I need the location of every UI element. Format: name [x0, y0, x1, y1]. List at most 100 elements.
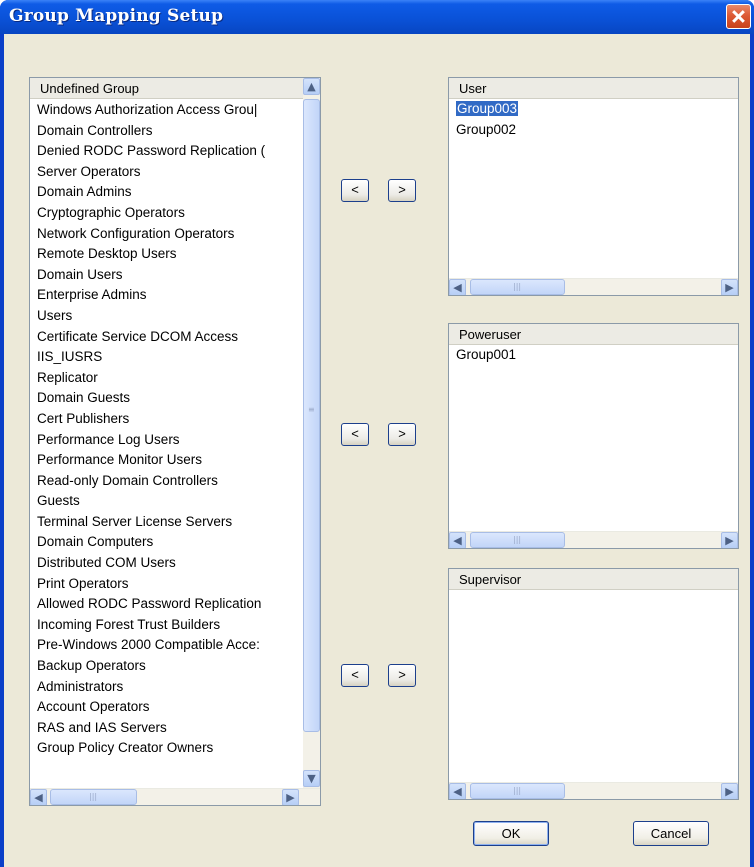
list-item-label: Enterprise Admins: [37, 287, 147, 303]
list-item[interactable]: Domain Admins: [30, 182, 300, 203]
list-item-label: Terminal Server License Servers: [37, 513, 233, 529]
grip-icon: |||: [513, 535, 522, 544]
ok-button[interactable]: OK: [473, 821, 549, 846]
list-item[interactable]: Group002: [449, 120, 518, 141]
list-item-label: Print Operators: [37, 575, 129, 591]
move-right-button-supervisor[interactable]: >: [388, 664, 416, 687]
horizontal-scroll-thumb[interactable]: |||: [50, 789, 137, 805]
list-item[interactable]: Administrators: [30, 677, 300, 698]
list-item[interactable]: Server Operators: [30, 162, 300, 183]
list-item[interactable]: Domain Controllers: [30, 121, 300, 142]
list-item-label: Pre-Windows 2000 Compatible Acce:: [37, 637, 260, 653]
list-item-label: Administrators: [37, 678, 124, 694]
title-bar[interactable]: Group Mapping Setup: [0, 0, 754, 34]
move-left-button-poweruser[interactable]: <: [341, 423, 369, 446]
list-item-label: Performance Log Users: [37, 431, 180, 447]
scroll-left-icon[interactable]: ◀: [449, 532, 466, 548]
list-item[interactable]: Allowed RODC Password Replication: [30, 594, 300, 615]
list-item-label: Group001: [456, 347, 517, 362]
list-item[interactable]: Account Operators: [30, 697, 300, 718]
move-left-button-user[interactable]: <: [341, 179, 369, 202]
list-item-label: Domain Admins: [37, 184, 132, 200]
list-item[interactable]: Distributed COM Users: [30, 553, 300, 574]
supervisor-horizontal-scrollbar[interactable]: ◀ ||| ▶: [449, 782, 738, 799]
scroll-right-icon[interactable]: ▶: [721, 532, 738, 548]
user-list[interactable]: Group003 Group002: [449, 99, 519, 141]
list-item[interactable]: Performance Monitor Users: [30, 450, 300, 471]
undefined-horizontal-scrollbar[interactable]: ◀ ||| ▶: [30, 788, 320, 805]
poweruser-horizontal-scrollbar[interactable]: ◀ ||| ▶: [449, 531, 738, 548]
list-item[interactable]: Group Policy Creator Owners: [30, 738, 300, 759]
list-item-label: Allowed RODC Password Replication: [37, 596, 262, 612]
list-item-label: Incoming Forest Trust Builders: [37, 616, 221, 632]
list-item-label: IIS_IUSRS: [37, 349, 103, 365]
poweruser-header: Poweruser: [449, 324, 738, 345]
list-item-label: Domain Guests: [37, 390, 131, 406]
list-item[interactable]: Replicator: [30, 368, 300, 389]
list-item[interactable]: Group003: [449, 99, 519, 120]
list-item[interactable]: Users: [30, 306, 300, 327]
scroll-up-icon[interactable]: ▲: [303, 78, 320, 95]
list-item[interactable]: Cryptographic Operators: [30, 203, 300, 224]
horizontal-scroll-thumb[interactable]: |||: [470, 532, 565, 548]
supervisor-header: Supervisor: [449, 569, 738, 590]
close-button[interactable]: [726, 4, 751, 29]
list-item-label: Group Policy Creator Owners: [37, 740, 214, 756]
user-panel: User Group003 Group002 ◀ ||| ▶: [448, 77, 739, 296]
scroll-left-icon[interactable]: ◀: [30, 789, 47, 805]
move-left-button-supervisor[interactable]: <: [341, 664, 369, 687]
list-item[interactable]: Remote Desktop Users: [30, 244, 300, 265]
list-item[interactable]: Incoming Forest Trust Builders: [30, 615, 300, 636]
supervisor-panel: Supervisor ◀ ||| ▶: [448, 568, 739, 800]
undefined-group-list[interactable]: Windows Authorization Access Grou| Domain…: [30, 100, 300, 771]
scroll-right-icon[interactable]: ▶: [721, 783, 738, 799]
user-header: User: [449, 78, 738, 99]
list-item-label: Domain Users: [37, 266, 123, 282]
vertical-scroll-thumb[interactable]: ≡: [303, 99, 320, 732]
scroll-right-icon[interactable]: ▶: [282, 789, 299, 805]
list-item[interactable]: Backup Operators: [30, 656, 300, 677]
list-item[interactable]: Certificate Service DCOM Access: [30, 327, 300, 348]
list-item[interactable]: Cert Publishers: [30, 409, 300, 430]
list-item-label: RAS and IAS Servers: [37, 719, 167, 735]
dialog-window: Group Mapping Setup Undefined Group Wind…: [0, 0, 754, 867]
dialog-body: Undefined Group Windows Authorization Ac…: [4, 34, 750, 867]
list-item[interactable]: RAS and IAS Servers: [30, 718, 300, 739]
list-item[interactable]: Enterprise Admins: [30, 285, 300, 306]
list-item[interactable]: Group001: [449, 345, 516, 366]
horizontal-scroll-thumb[interactable]: |||: [470, 279, 565, 295]
undefined-group-header: Undefined Group: [30, 78, 320, 99]
horizontal-scroll-thumb[interactable]: |||: [470, 783, 565, 799]
list-item[interactable]: Domain Computers: [30, 532, 300, 553]
cancel-button[interactable]: Cancel: [633, 821, 709, 846]
list-item-label: Server Operators: [37, 163, 141, 179]
scroll-left-icon[interactable]: ◀: [449, 279, 466, 295]
list-item[interactable]: IIS_IUSRS: [30, 347, 300, 368]
list-item[interactable]: Guests: [30, 491, 300, 512]
list-item[interactable]: Terminal Server License Servers: [30, 512, 300, 533]
list-item[interactable]: Domain Users: [30, 265, 300, 286]
scroll-left-icon[interactable]: ◀: [449, 783, 466, 799]
poweruser-list[interactable]: Group001: [449, 345, 516, 366]
list-item[interactable]: Print Operators: [30, 574, 300, 595]
move-right-button-user[interactable]: >: [388, 179, 416, 202]
undefined-vertical-scrollbar[interactable]: ▲ ≡ ▼: [303, 78, 320, 788]
list-item[interactable]: Denied RODC Password Replication (: [30, 141, 300, 162]
list-item-label: Remote Desktop Users: [37, 246, 177, 262]
list-item[interactable]: Read-only Domain Controllers: [30, 471, 300, 492]
list-item[interactable]: Performance Log Users: [30, 430, 300, 451]
list-item-label: Cert Publishers: [37, 410, 130, 426]
list-item[interactable]: Network Configuration Operators: [30, 224, 300, 245]
grip-icon: |||: [89, 792, 98, 801]
scroll-down-icon[interactable]: ▼: [303, 770, 320, 787]
grip-icon: |||: [513, 282, 522, 291]
scroll-right-icon[interactable]: ▶: [721, 279, 738, 295]
list-item[interactable]: Windows Authorization Access Grou|: [30, 100, 300, 121]
move-right-button-poweruser[interactable]: >: [388, 423, 416, 446]
list-item-label: Group002: [456, 121, 517, 137]
list-item-label: Read-only Domain Controllers: [37, 472, 218, 488]
user-horizontal-scrollbar[interactable]: ◀ ||| ▶: [449, 278, 738, 295]
list-item[interactable]: Domain Guests: [30, 388, 300, 409]
list-item[interactable]: Pre-Windows 2000 Compatible Acce:: [30, 635, 300, 656]
list-item-label: Group003: [456, 101, 519, 116]
